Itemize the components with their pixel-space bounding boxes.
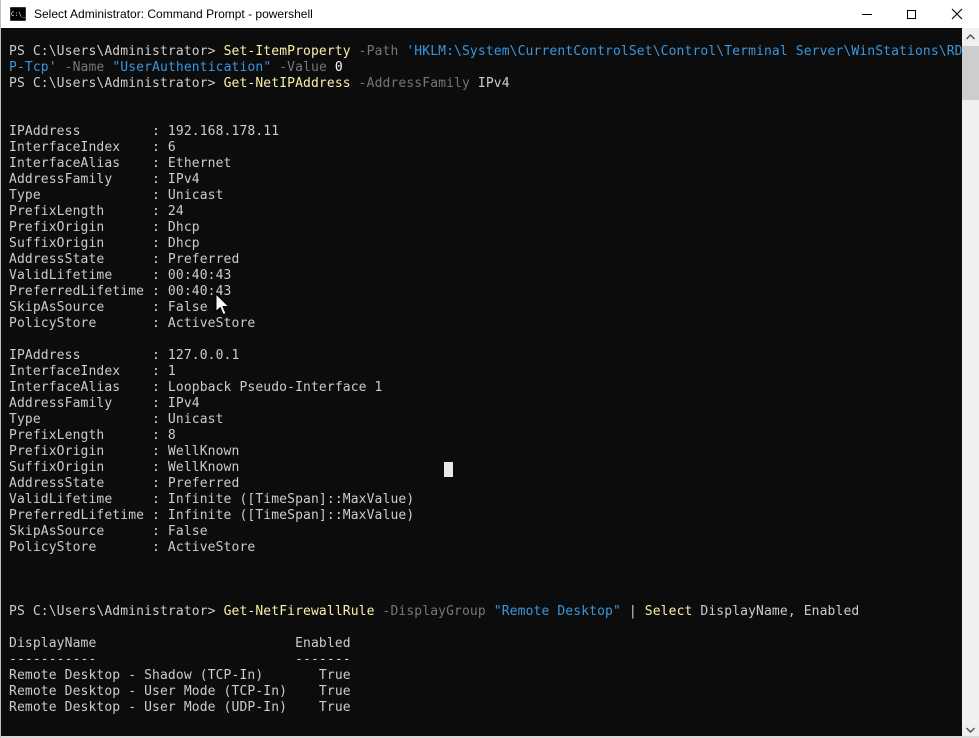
close-icon — [951, 8, 963, 20]
console-line: PrefixOrigin : WellKnown — [9, 444, 962, 460]
console-line: InterfaceIndex : 1 — [9, 364, 962, 380]
console-line — [9, 92, 962, 108]
scroll-up-button[interactable] — [962, 28, 979, 45]
console-line: ----------- ------- — [9, 652, 962, 668]
console-line: PrefixOrigin : Dhcp — [9, 220, 962, 236]
text-cursor — [444, 462, 453, 477]
minimize-button[interactable] — [844, 0, 889, 28]
terminal-window: C:\_ Select Administrator: Command Promp… — [0, 0, 979, 738]
console-line: ValidLifetime : Infinite ([TimeSpan]::Ma… — [9, 492, 962, 508]
vertical-scrollbar[interactable] — [962, 28, 979, 738]
window-controls — [844, 0, 979, 28]
minimize-icon — [862, 14, 872, 15]
console-line: PreferredLifetime : Infinite ([TimeSpan]… — [9, 508, 962, 524]
console-line: Remote Desktop - User Mode (UDP-In) True — [9, 700, 962, 716]
console-line: PS C:\Users\Administrator> Get-NetFirewa… — [9, 604, 962, 620]
console-line — [9, 556, 962, 572]
console-line — [9, 572, 962, 588]
scroll-up-icon — [966, 34, 975, 40]
console-line — [9, 716, 962, 732]
console-line: InterfaceAlias : Loopback Pseudo-Interfa… — [9, 380, 962, 396]
maximize-icon — [907, 10, 916, 19]
console-line: PrefixLength : 24 — [9, 204, 962, 220]
console-line: PS C:\Users\Administrator> Get-NetIPAddr… — [9, 76, 962, 92]
console-line — [9, 332, 962, 348]
console-line: Remote Desktop - Shadow (TCP-In) True — [9, 668, 962, 684]
mouse-cursor — [215, 294, 230, 316]
console-line: InterfaceIndex : 6 — [9, 140, 962, 156]
console-line: PS C:\Users\Administrator> Set-ItemPrope… — [9, 44, 962, 60]
console-line: Type : Unicast — [9, 412, 962, 428]
console-line: Type : Unicast — [9, 188, 962, 204]
title-bar[interactable]: C:\_ Select Administrator: Command Promp… — [1, 0, 979, 28]
console-line: PrefixLength : 8 — [9, 428, 962, 444]
window-title: Select Administrator: Command Prompt - p… — [34, 7, 313, 21]
console-line: SuffixOrigin : Dhcp — [9, 236, 962, 252]
console-line — [9, 588, 962, 604]
console-line: PolicyStore : ActiveStore — [9, 540, 962, 556]
scrollbar-thumb[interactable] — [962, 46, 979, 100]
console-line: DisplayName Enabled — [9, 636, 962, 652]
console-line: IPAddress : 192.168.178.11 — [9, 124, 962, 140]
scroll-down-icon — [966, 727, 975, 733]
console-line — [9, 620, 962, 636]
console-line: AddressFamily : IPv4 — [9, 172, 962, 188]
console-line: PreferredLifetime : 00:40:43 — [9, 284, 962, 300]
console-line: AddressFamily : IPv4 — [9, 396, 962, 412]
console-line: AddressState : Preferred — [9, 476, 962, 492]
console-line: SkipAsSource : False — [9, 300, 962, 316]
console-line: ValidLifetime : 00:40:43 — [9, 268, 962, 284]
cmd-icon: C:\_ — [10, 7, 26, 21]
console-line: PolicyStore : ActiveStore — [9, 316, 962, 332]
console-line: Remote Desktop - User Mode (TCP-In) True — [9, 684, 962, 700]
console-line: IPAddress : 127.0.0.1 — [9, 348, 962, 364]
console-line: InterfaceAlias : Ethernet — [9, 156, 962, 172]
close-button[interactable] — [934, 0, 979, 28]
console-line: SkipAsSource : False — [9, 524, 962, 540]
maximize-button[interactable] — [889, 0, 934, 28]
console-line: P-Tcp' -Name "UserAuthentication" -Value… — [9, 60, 962, 76]
console-line: SuffixOrigin : WellKnown — [9, 460, 962, 476]
console-line — [9, 108, 962, 124]
console-output[interactable]: PS C:\Users\Administrator> Set-ItemPrope… — [2, 28, 962, 736]
console-line: AddressState : Preferred — [9, 252, 962, 268]
